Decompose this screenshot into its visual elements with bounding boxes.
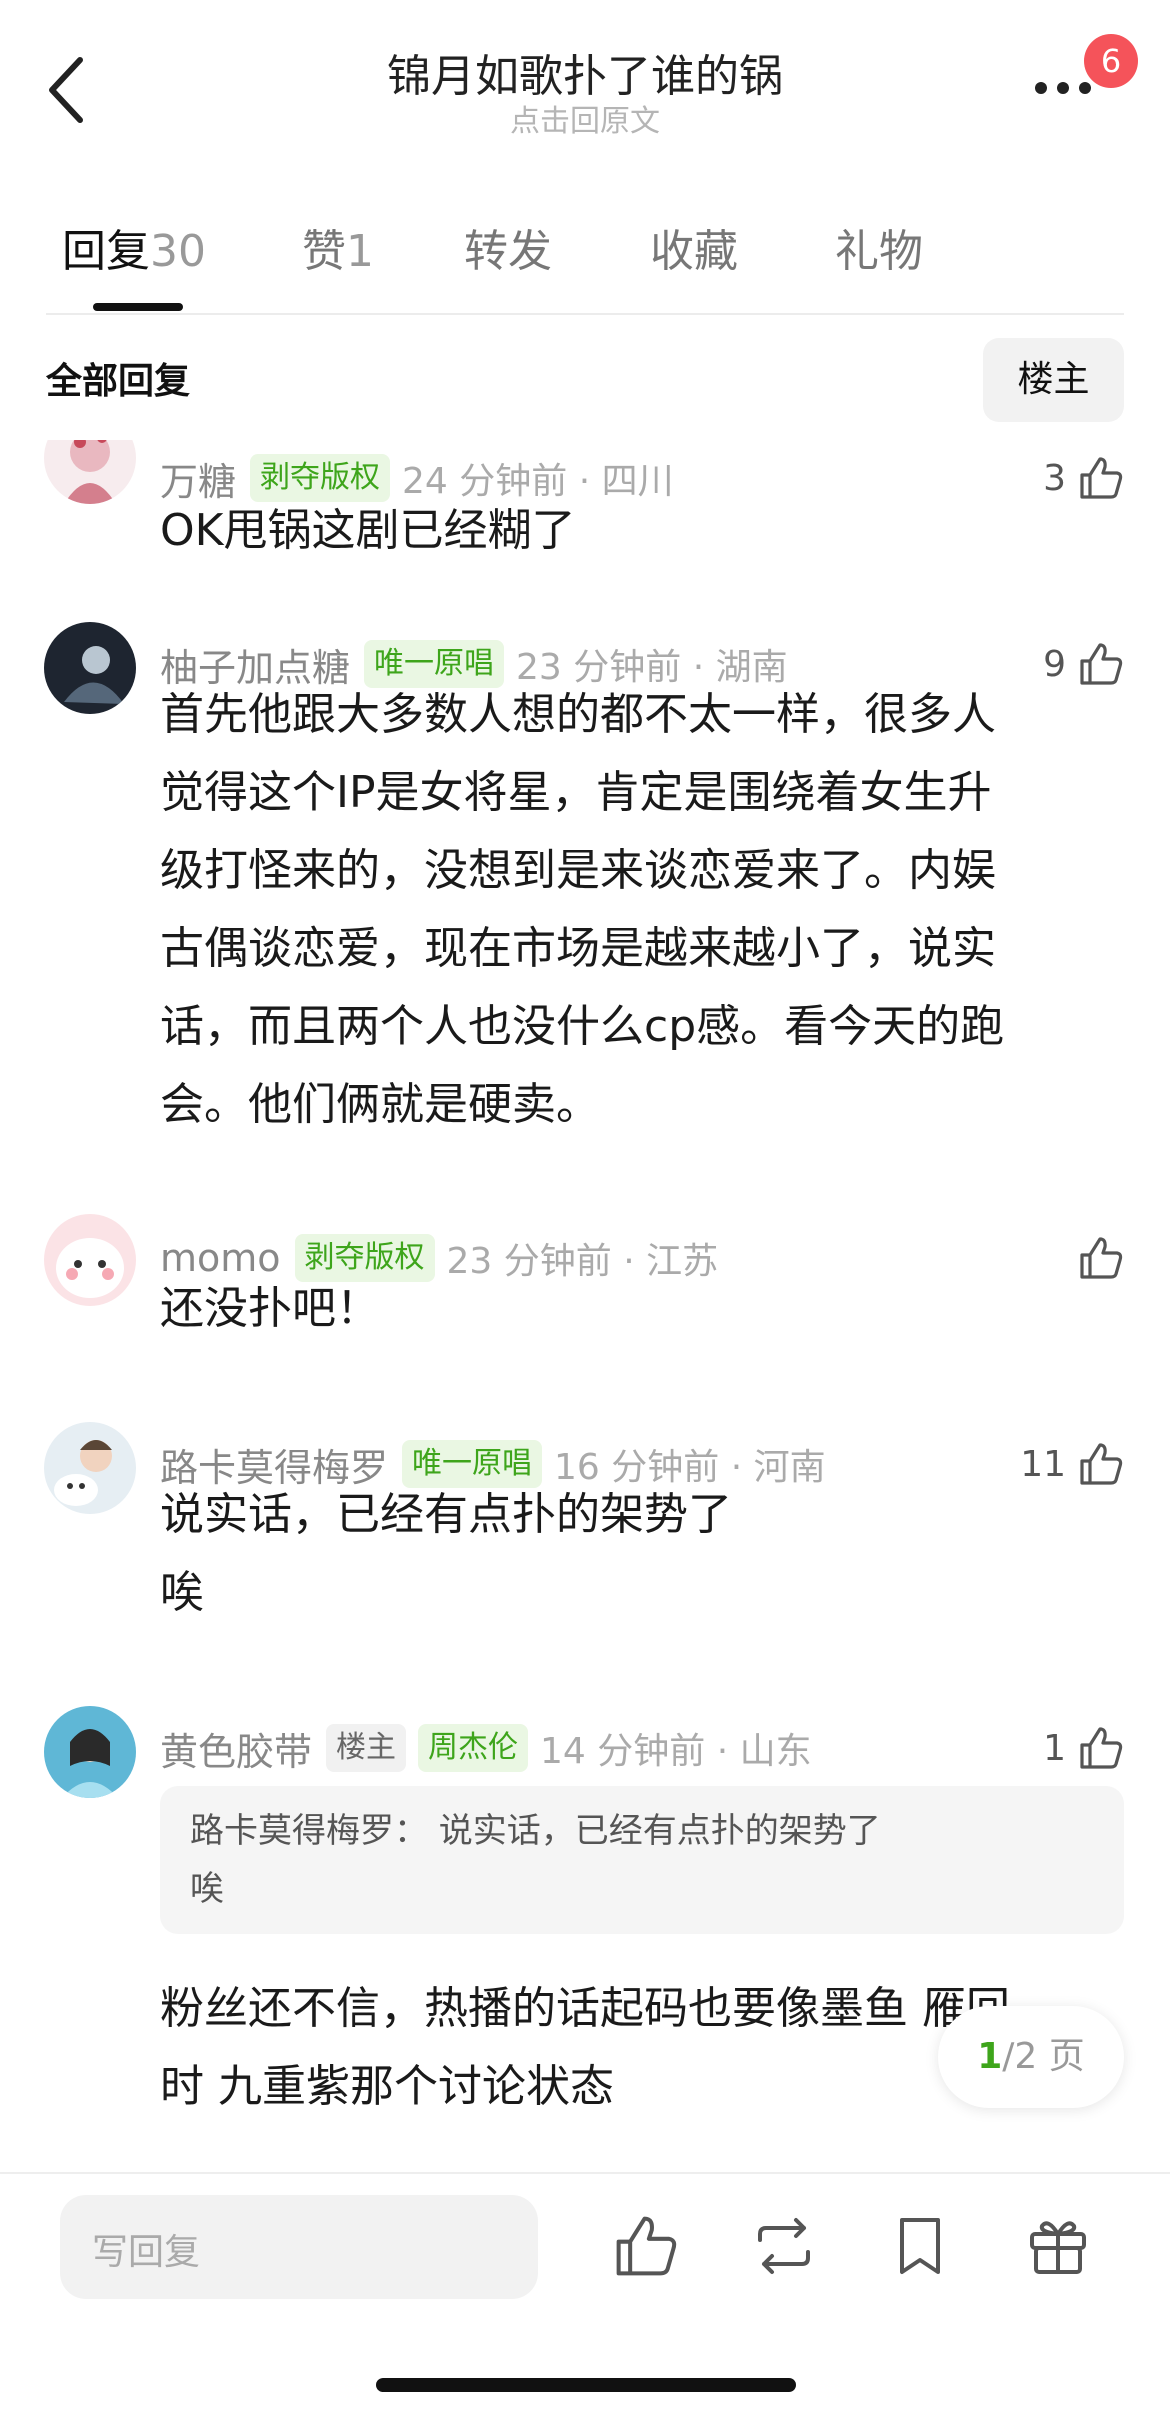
owner-only-filter-button[interactable]: 楼主: [983, 338, 1124, 422]
avatar[interactable]: [44, 622, 136, 714]
reply-placeholder: 写回复: [92, 2232, 201, 2273]
timestamp-location: 14 分钟前 · 山东: [540, 1731, 812, 1772]
tab-replies[interactable]: 回复30: [62, 215, 206, 279]
comment-list: 万糖 剥夺版权 24 分钟前 · 四川 3 OK甩锅这剧已经糊了 柚子加点糖 唯…: [0, 440, 1170, 2180]
gift-button[interactable]: [1022, 2210, 1094, 2282]
divider: [0, 2172, 1170, 2174]
tab-favorites[interactable]: 收藏: [650, 215, 738, 279]
username[interactable]: 黄色胶带: [160, 1721, 312, 1776]
avatar[interactable]: [44, 440, 136, 504]
all-replies-label: 全部回复: [46, 361, 191, 402]
tab-count: 30: [150, 226, 206, 277]
tab-count: 1: [346, 226, 374, 277]
avatar[interactable]: [44, 1214, 136, 1306]
total-pages: /2 页: [1002, 2036, 1085, 2077]
fan-tag: 周杰伦: [418, 1724, 529, 1772]
tab-likes[interactable]: 赞1: [302, 215, 374, 279]
reply-input[interactable]: 写回复: [60, 2195, 538, 2299]
repost-button[interactable]: [748, 2210, 820, 2282]
comment-text: 还没扑吧！: [160, 1283, 380, 1334]
home-indicator: [376, 2378, 796, 2392]
comment-meta: 黄色胶带 楼主 周杰伦 14 分钟前 · 山东: [160, 1720, 812, 1776]
owner-tag: 楼主: [326, 1724, 407, 1772]
text-line: 唉: [160, 1567, 204, 1618]
active-tab-indicator: [93, 303, 183, 311]
text-line: 首先他跟大多数人想的都不太一样，很多人: [160, 689, 996, 740]
comment-text: 首先他跟大多数人想的都不太一样，很多人 觉得这个IP是女将星，肯定是围绕着女生升…: [160, 676, 1110, 1144]
quoted-reply[interactable]: 路卡莫得梅罗： 说实话，已经有点扑的架势了 唉: [160, 1786, 1124, 1934]
tab-reposts[interactable]: 转发: [464, 215, 552, 279]
more-dot: [1057, 82, 1069, 94]
more-dot: [1079, 82, 1091, 94]
text-line: 级打怪来的，没想到是来谈恋爱来了。内娱: [160, 845, 996, 896]
thumbs-up-icon: [616, 2216, 677, 2276]
text-line: 说实话，已经有点扑的架势了: [160, 1489, 732, 1540]
current-page: 1: [977, 2036, 1003, 2077]
comment-text: OK甩锅这剧已经糊了: [160, 505, 576, 556]
page-title: 锦月如歌扑了谁的锅: [387, 51, 783, 102]
like-button[interactable]: 1: [1043, 1720, 1126, 1776]
top-navigation-bar: 锦月如歌扑了谁的锅 点击回原文 6: [0, 0, 1170, 170]
tab-label: 回复: [62, 226, 150, 277]
like-post-button[interactable]: [610, 2210, 682, 2282]
quote-line: 路卡莫得梅罗： 说实话，已经有点扑的架势了: [190, 1811, 881, 1851]
bookmark-icon: [900, 2218, 940, 2274]
comment-text: 说实话，已经有点扑的架势了 唉: [160, 1476, 1110, 1632]
gift-icon: [1030, 2221, 1086, 2274]
tab-label: 转发: [464, 226, 552, 277]
thumbs-up-icon: [1080, 1727, 1123, 1769]
avatar[interactable]: [44, 1422, 136, 1514]
divider: [46, 313, 1124, 315]
tab-gifts[interactable]: 礼物: [835, 215, 923, 279]
tab-label: 礼物: [835, 226, 923, 277]
like-count: 1: [1043, 1727, 1066, 1769]
text-line: 觉得这个IP是女将星，肯定是围绕着女生升: [160, 767, 992, 818]
page-indicator[interactable]: 1/2 页: [938, 2006, 1124, 2108]
more-dots-icon: [1035, 82, 1047, 94]
text-line: 会。他们俩就是硬卖。: [160, 1079, 600, 1130]
repost-icon: [758, 2218, 810, 2274]
avatar[interactable]: [44, 1706, 136, 1798]
bookmark-button[interactable]: [884, 2210, 956, 2282]
quote-line: 唉: [190, 1869, 224, 1909]
tab-label: 赞: [302, 226, 346, 277]
text-line: 话，而且两个人也没什么cp感。看今天的跑: [160, 1001, 1005, 1052]
text-line: 古偶谈恋爱，现在市场是越来越小了，说实: [160, 923, 996, 974]
tab-label: 收藏: [650, 226, 738, 277]
back-to-original-link[interactable]: 点击回原文: [0, 96, 1170, 140]
notification-badge: 6: [1084, 34, 1138, 88]
